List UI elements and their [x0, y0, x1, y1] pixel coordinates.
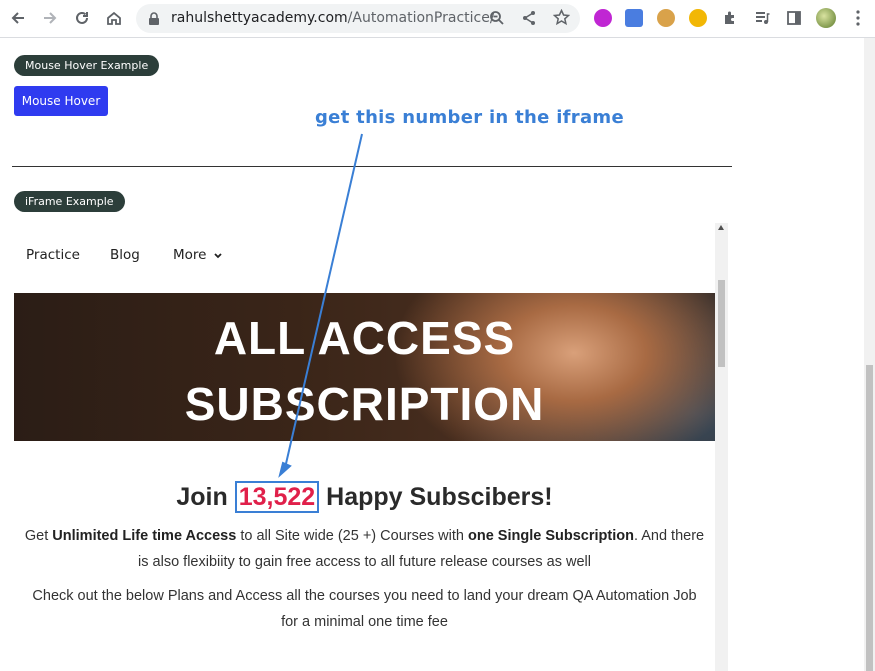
extension-speed-icon[interactable]	[689, 9, 707, 27]
side-panel-icon[interactable]	[784, 8, 804, 28]
reload-icon[interactable]	[72, 8, 92, 28]
extension-lr-icon[interactable]	[594, 9, 612, 27]
browser-toolbar: rahulshettyacademy.com/AutomationPractic…	[0, 0, 875, 38]
menu-kebab-icon[interactable]	[848, 8, 868, 28]
page-scrollbar[interactable]	[864, 38, 875, 671]
page-content: Mouse Hover Example Mouse Hover get this…	[0, 38, 864, 671]
forward-arrow-icon[interactable]	[40, 8, 60, 28]
extensions-puzzle-icon[interactable]	[720, 8, 740, 28]
bookmark-star-icon[interactable]	[552, 8, 571, 30]
annotation-arrow	[278, 133, 363, 478]
lock-icon	[148, 11, 160, 30]
extension-translate-icon[interactable]	[625, 9, 643, 27]
profile-avatar-icon[interactable]	[816, 8, 836, 28]
zoom-icon[interactable]	[489, 10, 505, 30]
address-bar[interactable]: rahulshettyacademy.com/AutomationPractic…	[136, 4, 580, 33]
media-playlist-icon[interactable]	[752, 8, 772, 28]
back-arrow-icon[interactable]	[8, 8, 28, 28]
page-scrollbar-thumb[interactable]	[866, 365, 873, 671]
home-icon[interactable]	[104, 8, 124, 28]
extension-cookie-icon[interactable]	[657, 9, 675, 27]
url-text: rahulshettyacademy.com/AutomationPractic…	[171, 10, 495, 26]
share-icon[interactable]	[521, 10, 537, 30]
